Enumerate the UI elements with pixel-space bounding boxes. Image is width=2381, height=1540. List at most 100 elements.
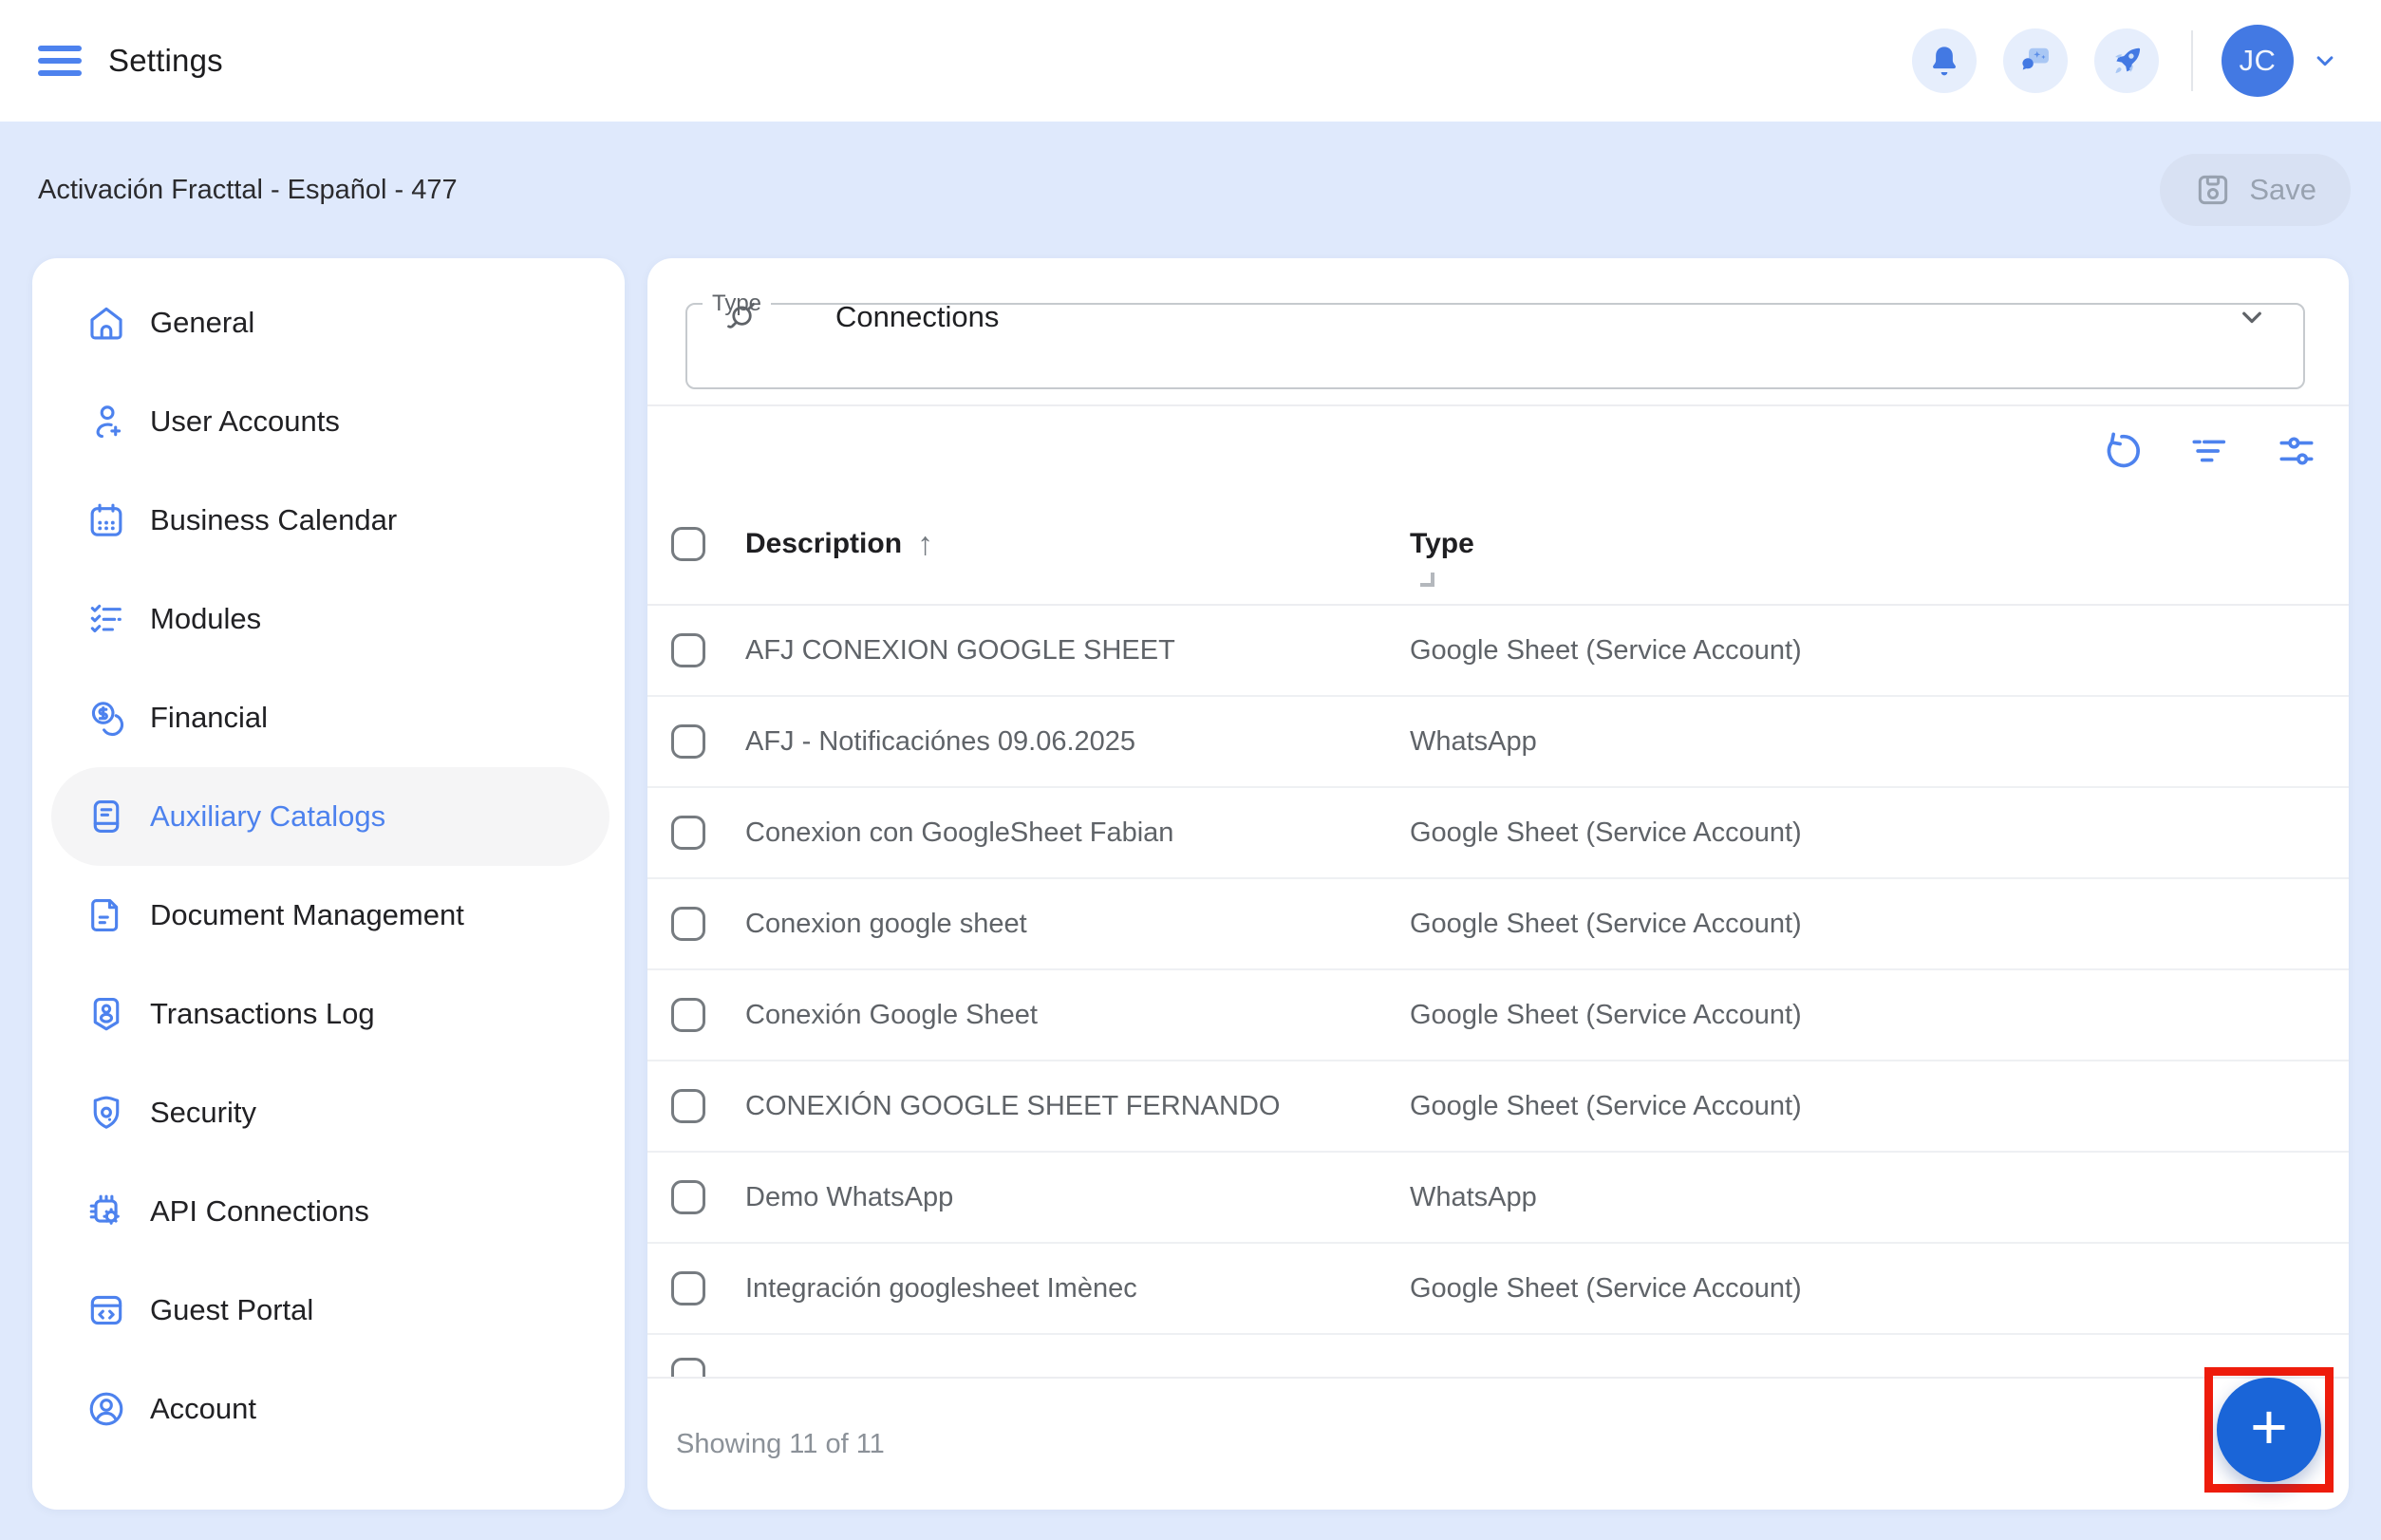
menu-icon[interactable] [38,46,82,76]
table-row[interactable]: Integración googlesheet Imènec Google Sh… [647,1244,2349,1335]
row-description: AFJ - Notificaciónes 09.06.2025 [745,726,1410,758]
connector-icon [722,297,761,337]
table-body: AFJ CONEXION GOOGLE SHEET Google Sheet (… [647,606,2349,1335]
table-header: Description ↑ Type [647,484,2349,606]
row-type: WhatsApp [1410,726,2349,758]
type-field-value: Connections [835,300,999,334]
topbar-actions: JC [1885,25,2339,97]
select-all-checkbox[interactable] [671,527,705,561]
filter-icon [2187,429,2231,473]
checklist-icon [85,598,127,640]
row-description: Conexion google sheet [745,909,1410,940]
page-title: Settings [108,43,223,79]
row-description: Conexion con GoogleSheet Fabian [745,817,1410,849]
bell-icon [1926,43,1962,79]
sidebar-item[interactable]: Auxiliary Catalogs [51,767,609,866]
table-footer: Showing 11 of 11 [647,1379,2349,1510]
row-checkbox[interactable] [671,724,705,759]
plus-icon: + [2250,1395,2288,1459]
launch-button[interactable] [2094,28,2159,93]
sidebar-item[interactable]: Security [51,1063,609,1162]
row-type: Google Sheet (Service Account) [1410,1091,2349,1122]
chevron-down-icon[interactable] [2311,47,2339,75]
row-checkbox [671,1358,705,1379]
table-row[interactable]: Conexion google sheet Google Sheet (Serv… [647,879,2349,970]
row-checkbox[interactable] [671,816,705,850]
sub-header: Activación Fracttal - Español - 477 Save [0,122,2381,258]
row-checkbox[interactable] [671,907,705,941]
avatar[interactable]: JC [2222,25,2294,97]
sidebar-item[interactable]: Transactions Log [51,965,609,1063]
chevron-down-icon [2235,300,2269,334]
table-row[interactable]: Conexion con GoogleSheet Fabian Google S… [647,788,2349,879]
row-description: Conexión Google Sheet [745,1000,1410,1031]
chip-gear-icon [85,1191,127,1232]
showing-count: Showing 11 of 11 [676,1429,885,1460]
calendar-icon [85,499,127,541]
table-row[interactable]: AFJ CONEXION GOOGLE SHEET Google Sheet (… [647,606,2349,697]
row-checkbox[interactable] [671,633,705,667]
row-checkbox[interactable] [671,1089,705,1123]
top-bar: Settings JC [0,0,2381,122]
row-type: Google Sheet (Service Account) [1410,635,2349,667]
tune-icon [2275,429,2318,473]
chat-sparkles-icon [2017,43,2053,79]
sidebar-item[interactable]: Financial [51,668,609,767]
refresh-button[interactable] [2100,429,2144,473]
annotation-highlight: + [2204,1367,2334,1493]
sidebar-item[interactable]: Account [51,1360,609,1458]
sidebar-item[interactable]: User Accounts [51,372,609,471]
log-badge-icon [85,993,127,1035]
table-toolbar [647,406,2349,484]
row-type: Google Sheet (Service Account) [1410,817,2349,849]
row-type: Google Sheet (Service Account) [1410,1000,2349,1031]
table-row[interactable]: CONEXIÓN GOOGLE SHEET FERNANDO Google Sh… [647,1061,2349,1153]
type-select[interactable]: Type Connections [685,291,2305,389]
sort-asc-icon[interactable]: ↑ [917,526,933,563]
table-row[interactable]: Conexión Google Sheet Google Sheet (Serv… [647,970,2349,1061]
column-resize-handle[interactable] [1420,573,1434,587]
refresh-icon [2100,429,2144,473]
settings-sidebar: General User Accounts Business Calendar … [32,258,625,1510]
rocket-icon [2109,43,2145,79]
sidebar-item[interactable]: Modules [51,570,609,668]
catalog-icon [85,796,127,837]
table-row[interactable]: Demo WhatsApp WhatsApp [647,1153,2349,1244]
shield-icon [85,1092,127,1134]
sidebar-nav: General User Accounts Business Calendar … [32,273,625,1458]
topbar-action-list [1885,28,2159,93]
column-header-description[interactable]: Description [745,528,902,560]
sidebar-item[interactable]: Business Calendar [51,471,609,570]
sidebar-item[interactable]: General [51,273,609,372]
add-button[interactable]: + [2217,1378,2321,1482]
row-checkbox[interactable] [671,1180,705,1214]
row-type: Google Sheet (Service Account) [1410,909,2349,940]
row-checkbox[interactable] [671,998,705,1032]
notifications-button[interactable] [1912,28,1977,93]
home-icon [85,302,127,344]
table-row[interactable]: AFJ - Notificaciónes 09.06.2025 WhatsApp [647,697,2349,788]
sidebar-item[interactable]: Guest Portal [51,1261,609,1360]
save-button[interactable]: Save [2160,154,2351,226]
browser-code-icon [85,1289,127,1331]
sidebar-item[interactable]: API Connections [51,1162,609,1261]
sidebar-item[interactable]: Document Management [51,866,609,965]
table-row-partial [647,1335,2349,1379]
main-panel: Type Connections [647,258,2349,1510]
column-settings-button[interactable] [2275,429,2318,473]
document-icon [85,894,127,936]
floppy-disk-icon [2194,171,2232,209]
filter-button[interactable] [2187,429,2231,473]
content: General User Accounts Business Calendar … [0,258,2381,1510]
company-title: Activación Fracttal - Español - 477 [38,175,458,206]
assistant-chat-button[interactable] [2003,28,2068,93]
row-description: Integración googlesheet Imènec [745,1273,1410,1305]
separator [2191,30,2193,91]
row-description: CONEXIÓN GOOGLE SHEET FERNANDO [745,1091,1410,1122]
row-type: WhatsApp [1410,1182,2349,1213]
row-checkbox[interactable] [671,1271,705,1305]
user-circle-icon [85,1388,127,1430]
coin-icon [85,697,127,739]
row-description: AFJ CONEXION GOOGLE SHEET [745,635,1410,667]
column-header-type[interactable]: Type [1410,528,1474,559]
